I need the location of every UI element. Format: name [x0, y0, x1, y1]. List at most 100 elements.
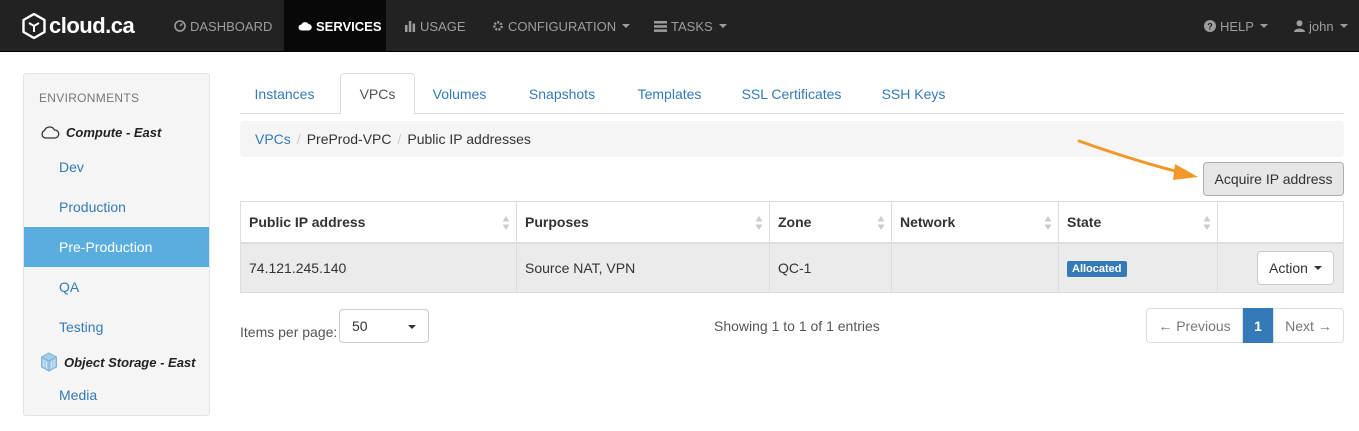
sort-icon [502, 216, 510, 230]
sidebar-item-qa[interactable]: QA [24, 267, 209, 307]
nav-user-label: john [1309, 18, 1334, 34]
nav-services[interactable]: SERVICES [284, 0, 386, 52]
tab-snapshots[interactable]: Snapshots [515, 73, 609, 114]
cell-network [891, 242, 1059, 293]
question-circle-icon: ? [1204, 20, 1216, 32]
acquire-ip-button[interactable]: Acquire IP address [1203, 162, 1344, 196]
chevron-down-icon [1313, 265, 1322, 270]
table-header-row: Public IP address Purposes Zone Network … [240, 201, 1344, 244]
column-header-label: Zone [778, 213, 812, 230]
tab-templates[interactable]: Templates [623, 73, 716, 114]
tab-ssh-keys[interactable]: SSH Keys [868, 73, 959, 114]
environments-sidebar: ENVIRONMENTS Compute - East Dev Producti… [23, 73, 210, 416]
cell-zone: QC-1 [769, 242, 892, 293]
breadcrumb-separator: / [296, 131, 301, 147]
pagination: ← Previous 1 Next → [1146, 308, 1344, 343]
brand-logo[interactable]: cloud.ca [22, 12, 135, 40]
nav-tasks-label: TASKS [671, 18, 713, 34]
sidebar-item-label: Pre-Production [59, 239, 153, 255]
tab-volumes[interactable]: Volumes [418, 73, 501, 114]
sort-icon [1203, 216, 1211, 230]
nav-help-label: HELP [1220, 18, 1254, 34]
tab-ssl-certificates[interactable]: SSL Certificates [730, 73, 853, 114]
column-header-network[interactable]: Network [891, 201, 1059, 244]
cube-logo-icon [22, 13, 46, 39]
items-per-page-value: 50 [352, 318, 368, 334]
brand-name: cloud.ca [49, 13, 135, 38]
column-header-zone[interactable]: Zone [769, 201, 892, 244]
dashboard-icon [174, 20, 186, 32]
column-header-public-ip[interactable]: Public IP address [240, 201, 517, 244]
sidebar-item-label: Dev [59, 159, 84, 175]
sort-icon [1044, 216, 1052, 230]
sidebar-item-label: Production [59, 199, 126, 215]
sidebar-item-label: QA [59, 279, 80, 295]
breadcrumb-separator: / [397, 131, 402, 147]
tasks-icon [654, 20, 667, 32]
chevron-down-icon [622, 24, 631, 28]
nav-usage-label: USAGE [420, 18, 466, 34]
column-header-label: Network [900, 213, 956, 230]
nav-configuration-label: CONFIGURATION [508, 18, 617, 34]
bar-chart-icon [404, 20, 416, 32]
env-group-object-storage-east: Object Storage - East [40, 352, 195, 372]
sort-icon [877, 216, 885, 230]
cloud-icon [298, 21, 312, 31]
cloud-outline-icon [40, 126, 60, 139]
sidebar-item-dev[interactable]: Dev [24, 147, 209, 187]
cell-public-ip: 74.121.245.140 [240, 242, 517, 293]
svg-text:?: ? [1207, 22, 1213, 32]
breadcrumb-vpc-name: PreProd-VPC [306, 131, 392, 147]
sidebar-item-label: Testing [59, 319, 104, 335]
env-group-compute-east: Compute - East [40, 125, 161, 140]
column-header-actions [1217, 201, 1344, 244]
action-button-label: Action [1269, 259, 1308, 276]
sidebar-item-media[interactable]: Media [24, 375, 209, 415]
entries-summary: Showing 1 to 1 of 1 entries [714, 318, 880, 334]
cell-action: Action [1217, 242, 1344, 293]
nav-services-label: SERVICES [316, 18, 382, 34]
chevron-down-icon [408, 325, 416, 329]
chevron-down-icon [1339, 24, 1348, 28]
sidebar-item-testing[interactable]: Testing [24, 307, 209, 347]
sidebar-item-pre-production[interactable]: Pre-Production [24, 227, 209, 267]
column-header-label: State [1067, 213, 1102, 230]
service-tabs: Instances VPCs Volumes Snapshots Templat… [240, 73, 1344, 115]
tab-instances[interactable]: Instances [240, 73, 329, 114]
column-header-label: Purposes [525, 213, 589, 230]
sidebar-heading: ENVIRONMENTS [39, 91, 140, 105]
annotation-arrow-icon [1077, 139, 1198, 180]
env-group-label: Compute - East [66, 125, 162, 140]
gear-icon [492, 20, 504, 32]
action-dropdown-button[interactable]: Action [1257, 250, 1334, 285]
storage-cube-icon [40, 352, 58, 372]
nav-dashboard[interactable]: DASHBOARD [160, 0, 286, 52]
breadcrumb-current: Public IP addresses [407, 131, 531, 147]
column-header-state[interactable]: State [1058, 201, 1218, 244]
chevron-down-icon [1259, 24, 1268, 28]
nav-dashboard-label: DASHBOARD [190, 18, 273, 34]
user-icon [1294, 20, 1305, 32]
previous-page-button[interactable]: ← Previous [1146, 308, 1243, 343]
cell-state: Allocated [1058, 242, 1218, 293]
page-number-button[interactable]: 1 [1243, 308, 1273, 343]
sidebar-item-production[interactable]: Production [24, 187, 209, 227]
chevron-down-icon [718, 24, 727, 28]
env-group-label: Object Storage - East [64, 354, 196, 370]
top-navbar: cloud.ca DASHBOARD SERVICES USAGE CONFIG… [0, 0, 1359, 52]
nav-user[interactable]: john [1280, 0, 1359, 52]
next-page-button[interactable]: Next → [1273, 308, 1344, 343]
column-header-label: Public IP address [249, 213, 366, 230]
sort-icon [755, 216, 763, 230]
breadcrumb-vpcs-link[interactable]: VPCs [255, 131, 291, 147]
nav-usage[interactable]: USAGE [390, 0, 480, 52]
nav-configuration[interactable]: CONFIGURATION [478, 0, 644, 52]
column-header-purposes[interactable]: Purposes [516, 201, 770, 244]
tab-vpcs[interactable]: VPCs [340, 73, 415, 115]
nav-help[interactable]: ? HELP [1190, 0, 1282, 52]
items-per-page-select[interactable]: 50 [339, 309, 429, 343]
nav-tasks[interactable]: TASKS [640, 0, 741, 52]
table-row: 74.121.245.140 Source NAT, VPN QC-1 Allo… [240, 242, 1344, 293]
items-per-page-label: Items per page: [240, 324, 338, 340]
sidebar-item-label: Media [59, 387, 98, 403]
